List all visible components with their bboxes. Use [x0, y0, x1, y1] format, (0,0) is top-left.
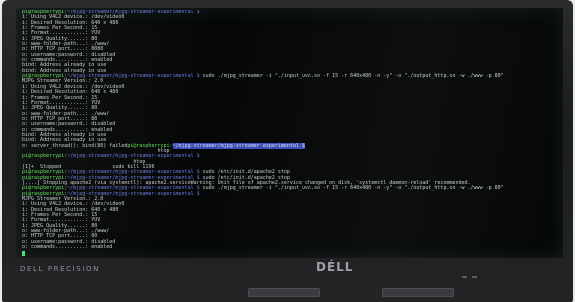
- terminal-text: o: commands..........: enabled: [22, 244, 113, 251]
- status-led-icon: [472, 276, 477, 278]
- terminal-window[interactable]: pi@raspberrypi:~/mjpg-streamer/mjpg-stre…: [22, 10, 557, 256]
- laptop-lid: pi@raspberrypi:~/mjpg-streamer/mjpg-stre…: [2, 0, 573, 302]
- laptop-screen: pi@raspberrypi:~/mjpg-streamer/mjpg-stre…: [16, 8, 563, 258]
- terminal-text: sudo ./mjpg_streamer -i "./input_uvc.so …: [199, 185, 504, 192]
- status-led-icon: [462, 276, 467, 278]
- terminal-cursor: [22, 250, 25, 256]
- prompt-path: ~/mjpg-streamer/mjpg-streamer-experiment…: [172, 142, 305, 149]
- bottom-bezel: DELL PRECISION DÉLL: [2, 258, 573, 302]
- hinge-left-icon: [248, 288, 320, 297]
- brand-label: DELL PRECISION: [20, 265, 100, 273]
- terminal-text: sudo ./mjpg_streamer -i "./input_uvc.so …: [199, 73, 504, 80]
- dell-logo-icon: DÉLL: [316, 260, 354, 274]
- hinge-right-icon: [382, 288, 454, 297]
